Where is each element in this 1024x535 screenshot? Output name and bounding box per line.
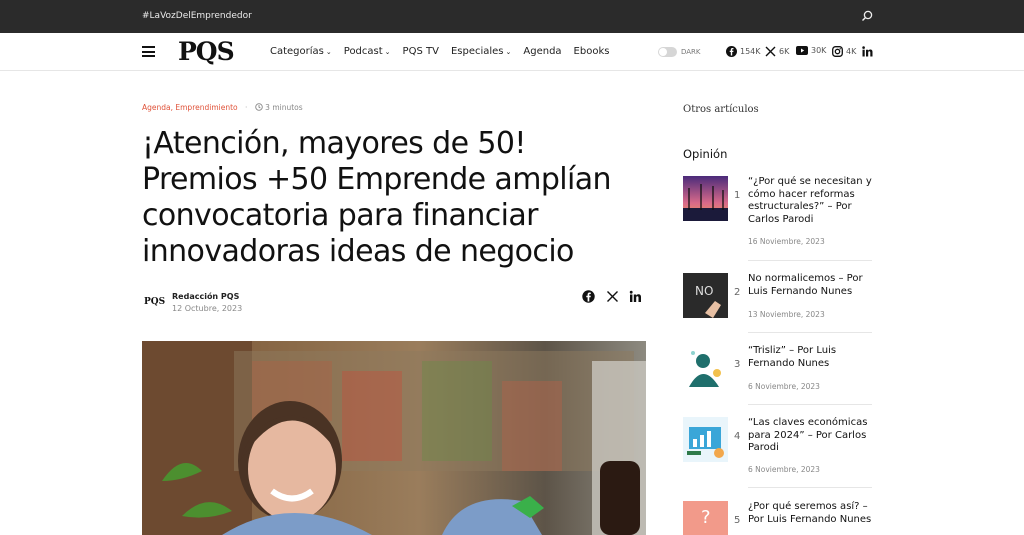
social-linkedin[interactable] bbox=[862, 46, 876, 57]
social-youtube[interactable]: 30K bbox=[796, 46, 826, 55]
facebook-count: 154K bbox=[740, 47, 761, 56]
instagram-icon bbox=[832, 46, 843, 57]
article-categories[interactable]: Agenda, Emprendimiento bbox=[142, 103, 238, 112]
svg-text:NO: NO bbox=[695, 284, 713, 298]
divider bbox=[748, 260, 872, 261]
article-date: 16 Noviembre, 2023 bbox=[748, 237, 825, 246]
menu-label: Podcast bbox=[343, 46, 383, 57]
instagram-count: 4K bbox=[846, 47, 857, 56]
sidebar-article[interactable]: ? 5 ¿Por qué seremos así? – Por Luis Fer… bbox=[683, 501, 873, 535]
main-menu: Categorías ⌄ Podcast ⌄ PQS TV Especiales ⌄ … bbox=[270, 46, 621, 57]
article-thumbnail[interactable]: NO bbox=[683, 273, 728, 318]
sidebar-heading: Otros artículos bbox=[683, 104, 759, 115]
tagline[interactable]: #LaVozDelEmprendedor bbox=[142, 11, 252, 21]
article-number: 4 bbox=[734, 431, 741, 442]
article-date: 6 Noviembre, 2023 bbox=[748, 382, 820, 391]
article-thumbnail[interactable]: ? bbox=[683, 501, 728, 535]
svg-text:?: ? bbox=[701, 507, 711, 528]
meta-separator: · bbox=[245, 103, 248, 112]
article-number: 5 bbox=[734, 515, 741, 526]
chevron-down-icon: ⌄ bbox=[384, 48, 391, 56]
menu-label: Categorías bbox=[270, 46, 324, 57]
search-icon[interactable] bbox=[861, 10, 873, 22]
article-title[interactable]: “Las claves económicas para 2024” – Por … bbox=[748, 417, 876, 455]
menu-item-categorias[interactable]: Categorías ⌄ bbox=[270, 46, 332, 57]
menu-label: Especiales bbox=[450, 46, 504, 57]
main-nav: PQS Categorías ⌄ Podcast ⌄ PQS TV Especial… bbox=[0, 33, 1024, 71]
x-icon[interactable] bbox=[606, 290, 619, 303]
hamburger-menu-icon[interactable] bbox=[142, 46, 155, 57]
top-bar: #LaVozDelEmprendedor bbox=[0, 0, 1024, 33]
article-title[interactable]: “Trisliz” – Por Luis Fernando Nunes bbox=[748, 345, 876, 370]
article-date: 12 Octubre, 2023 bbox=[172, 304, 243, 313]
menu-item-podcast[interactable]: Podcast ⌄ bbox=[344, 46, 391, 57]
divider bbox=[748, 332, 872, 333]
social-facebook[interactable]: 154K bbox=[726, 46, 761, 57]
x-icon bbox=[765, 46, 776, 57]
linkedin-icon bbox=[862, 46, 873, 57]
article-number: 3 bbox=[734, 359, 741, 370]
social-instagram[interactable]: 4K bbox=[832, 46, 856, 57]
read-time: 3 minutos bbox=[265, 103, 303, 112]
youtube-icon bbox=[796, 46, 808, 55]
article-date: 6 Noviembre, 2023 bbox=[748, 465, 820, 474]
article-number: 1 bbox=[734, 190, 741, 201]
facebook-icon bbox=[726, 46, 737, 57]
sidebar-section-title: Opinión bbox=[683, 147, 728, 161]
linkedin-icon[interactable] bbox=[629, 290, 642, 303]
divider bbox=[748, 404, 872, 405]
menu-item-especiales[interactable]: Especiales ⌄ bbox=[451, 46, 511, 57]
facebook-icon[interactable] bbox=[582, 290, 595, 303]
article-title: ¡Atención, mayores de 50! Premios +50 Em… bbox=[142, 126, 612, 269]
dark-mode-label: DARK bbox=[681, 48, 701, 56]
article-title[interactable]: No normalicemos – Por Luis Fernando Nune… bbox=[748, 273, 876, 298]
hero-image bbox=[142, 341, 646, 535]
dark-mode-toggle[interactable] bbox=[658, 47, 677, 57]
divider bbox=[748, 487, 872, 488]
sidebar-article[interactable]: 4 “Las claves económicas para 2024” – Po… bbox=[683, 417, 873, 497]
clock-icon bbox=[255, 103, 263, 111]
article-title[interactable]: ¿Por qué seremos así? – Por Luis Fernand… bbox=[748, 501, 873, 526]
social-x[interactable]: 6K bbox=[765, 46, 789, 57]
article-meta: Agenda, Emprendimiento · 3 minutos bbox=[142, 103, 303, 112]
article-thumbnail[interactable] bbox=[683, 417, 728, 462]
x-count: 6K bbox=[779, 47, 790, 56]
site-logo[interactable]: PQS bbox=[178, 37, 235, 66]
hero-photo bbox=[142, 341, 646, 535]
menu-item-agenda[interactable]: Agenda bbox=[523, 46, 561, 57]
author-avatar[interactable]: PQS bbox=[144, 297, 165, 307]
article-thumbnail[interactable] bbox=[683, 345, 728, 390]
sidebar-article[interactable]: 3 “Trisliz” – Por Luis Fernando Nunes 6 … bbox=[683, 345, 873, 405]
chevron-down-icon: ⌄ bbox=[505, 48, 512, 56]
sidebar-article[interactable]: 1 “¿Por qué se necesitan y cómo hacer re… bbox=[683, 176, 876, 261]
chevron-down-icon: ⌄ bbox=[325, 48, 332, 56]
article-number: 2 bbox=[734, 287, 741, 298]
youtube-count: 30K bbox=[811, 46, 827, 55]
article-title[interactable]: “¿Por qué se necesitan y cómo hacer refo… bbox=[748, 176, 876, 226]
article-thumbnail[interactable] bbox=[683, 176, 728, 221]
article-date: 13 Noviembre, 2023 bbox=[748, 310, 825, 319]
menu-item-ebooks[interactable]: Ebooks bbox=[574, 46, 610, 57]
menu-item-pqs-tv[interactable]: PQS TV bbox=[403, 46, 439, 57]
author-name[interactable]: Redacción PQS bbox=[172, 292, 239, 301]
sidebar-article[interactable]: NO 2 No normalicemos – Por Luis Fernando… bbox=[683, 273, 873, 333]
